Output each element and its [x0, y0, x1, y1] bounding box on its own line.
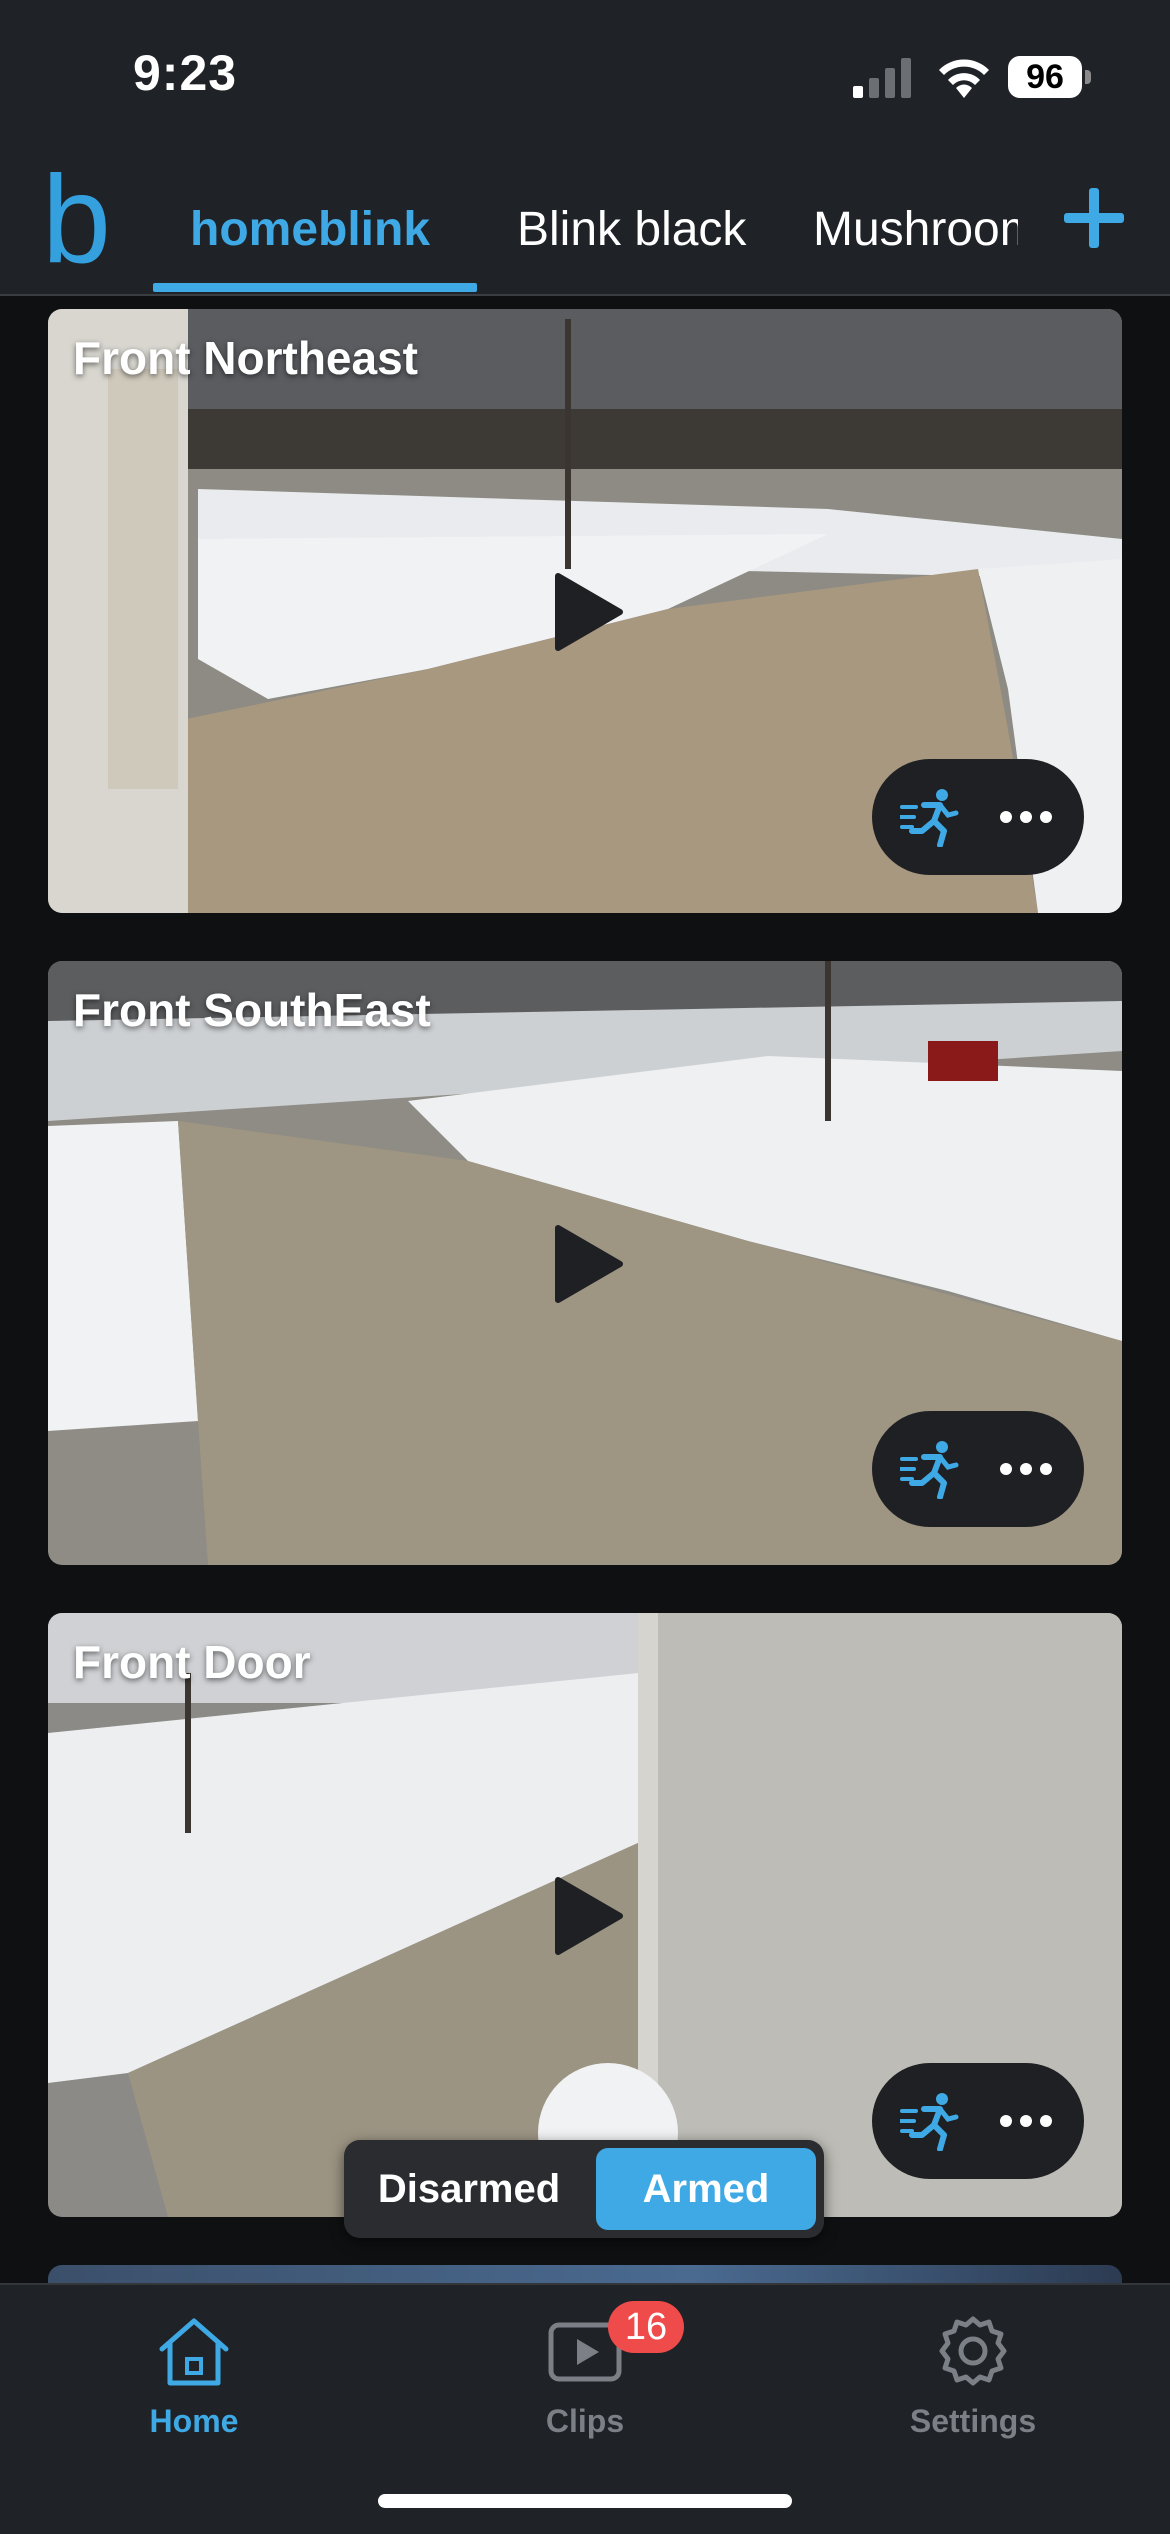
camera-controls — [872, 2063, 1084, 2179]
camera-card-front-northeast[interactable]: Front Northeast — [48, 309, 1122, 913]
ellipsis-icon[interactable] — [996, 1447, 1056, 1491]
battery-level: 96 — [1008, 56, 1082, 98]
running-person-icon[interactable] — [900, 787, 960, 847]
camera-card-front-door[interactable]: Front Door — [48, 1613, 1122, 2217]
camera-name: Front SouthEast — [73, 984, 431, 1036]
ellipsis-icon[interactable] — [996, 795, 1056, 839]
nav-clips-label: Clips — [545, 2403, 625, 2439]
bottom-navigation: Home 16 Clips Settings — [0, 2283, 1170, 2534]
system-tabs-header: b homeblink Blink black Mushroom — [0, 150, 1170, 296]
active-tab-indicator — [153, 283, 477, 292]
disarmed-button[interactable]: Disarmed — [344, 2140, 594, 2238]
home-indicator[interactable] — [378, 2494, 792, 2508]
status-time: 9:23 — [133, 45, 238, 101]
tab-mushroom[interactable]: Mushroom — [813, 202, 1018, 257]
blink-logo: b — [42, 151, 111, 289]
camera-controls — [872, 1411, 1084, 1527]
nav-home[interactable]: Home — [74, 2301, 314, 2471]
play-icon[interactable] — [554, 1876, 624, 1956]
running-person-icon[interactable] — [900, 2091, 960, 2151]
camera-controls — [872, 759, 1084, 875]
ellipsis-icon[interactable] — [996, 2099, 1056, 2143]
arm-toggle: Disarmed Armed — [344, 2140, 824, 2238]
nav-settings[interactable]: Settings — [853, 2301, 1093, 2471]
gear-icon — [939, 2316, 1007, 2386]
tab-homeblink[interactable]: homeblink — [190, 202, 430, 257]
camera-name: Front Door — [73, 1636, 311, 1688]
nav-home-label: Home — [149, 2403, 239, 2439]
clips-count-badge: 16 — [608, 2301, 684, 2353]
armed-button[interactable]: Armed — [596, 2148, 816, 2230]
nav-settings-label: Settings — [909, 2403, 1037, 2439]
camera-card-front-southeast[interactable]: Front SouthEast — [48, 961, 1122, 1565]
status-bar: 9:23 96 — [0, 0, 1170, 150]
nav-clips[interactable]: 16 Clips — [465, 2301, 705, 2471]
plus-icon[interactable] — [1060, 184, 1128, 252]
house-icon — [159, 2318, 229, 2386]
cellular-signal-icon — [853, 58, 911, 98]
camera-name: Front Northeast — [73, 332, 418, 384]
tab-blink-black[interactable]: Blink black — [517, 202, 746, 257]
play-icon[interactable] — [554, 572, 624, 652]
play-icon[interactable] — [554, 1224, 624, 1304]
battery-icon: 96 — [1008, 56, 1092, 98]
wifi-icon — [939, 59, 989, 98]
running-person-icon[interactable] — [900, 1439, 960, 1499]
